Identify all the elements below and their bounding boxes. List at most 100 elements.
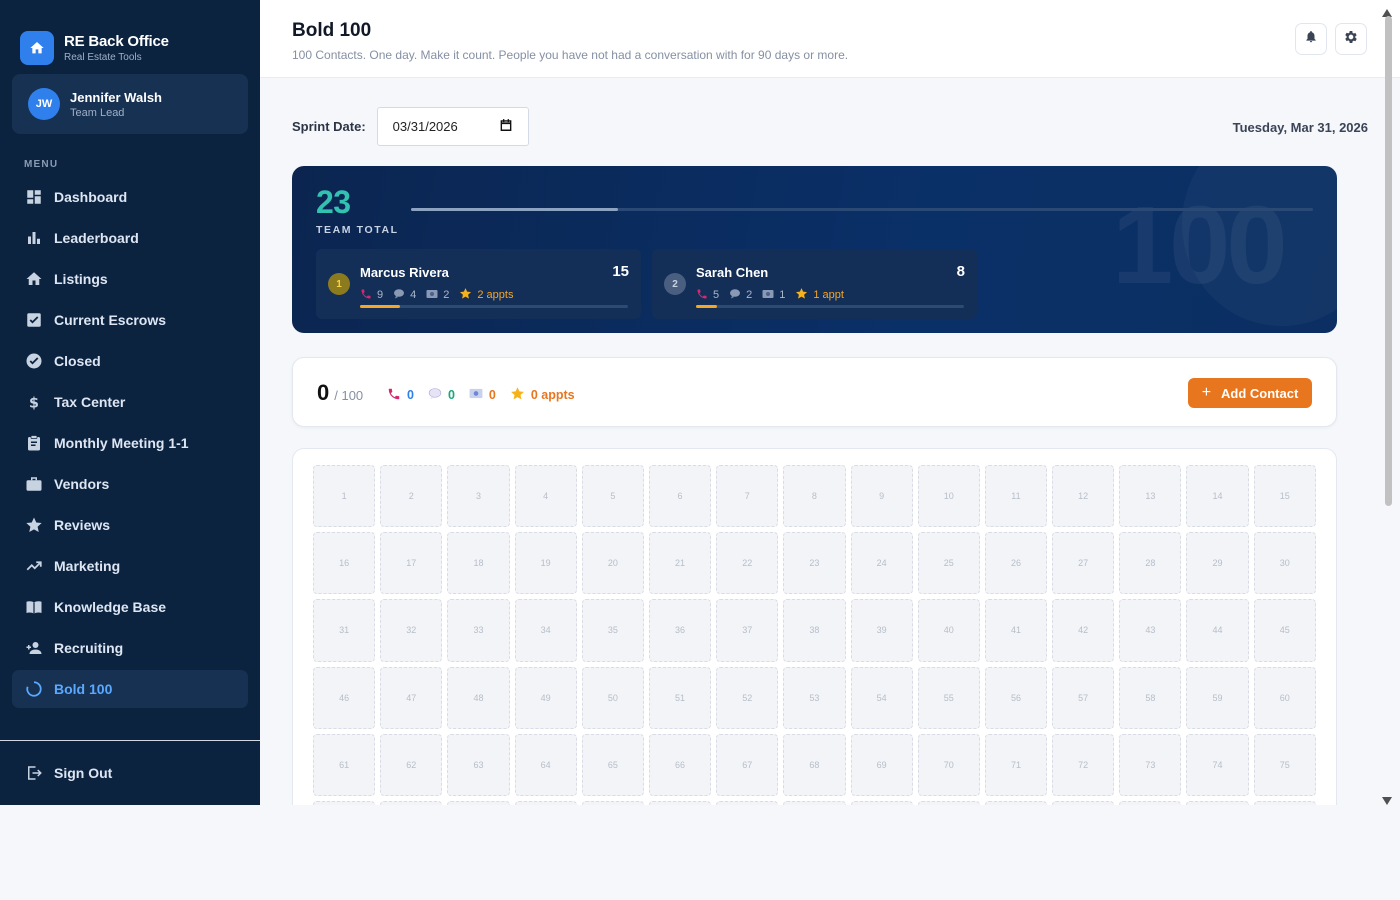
contact-slot[interactable]: 37: [716, 599, 779, 662]
scrollbar[interactable]: [1370, 0, 1400, 805]
contact-slot[interactable]: 66: [648, 733, 712, 796]
sidebar-item-bold-100[interactable]: Bold 100: [12, 670, 248, 708]
contact-slot[interactable]: 68: [783, 733, 846, 796]
sidebar-item-marketing[interactable]: Marketing: [12, 547, 248, 585]
sidebar-item-leaderboard[interactable]: Leaderboard: [12, 219, 248, 257]
contact-slot[interactable]: 9: [850, 465, 913, 528]
contact-slot[interactable]: 67: [716, 733, 779, 796]
contact-slot[interactable]: 20: [581, 532, 644, 595]
sidebar-item-dashboard[interactable]: Dashboard: [12, 178, 248, 216]
agent-card[interactable]: 1 Marcus Rivera 15 9 4 2 2 appts: [316, 249, 641, 319]
contact-slot[interactable]: 56: [984, 666, 1048, 729]
contact-slot[interactable]: 1: [313, 465, 376, 528]
contact-slot[interactable]: 18: [447, 532, 510, 595]
contact-slot[interactable]: 57: [1052, 666, 1115, 729]
sidebar-item-reviews[interactable]: Reviews: [12, 506, 248, 544]
sidebar-item-listings[interactable]: Listings: [12, 260, 248, 298]
contact-slot[interactable]: 14: [1186, 465, 1249, 528]
contact-slot[interactable]: 75: [1253, 733, 1316, 796]
contact-slot[interactable]: 65: [581, 733, 644, 796]
contact-slot[interactable]: 11: [984, 465, 1048, 528]
contact-slot[interactable]: 74: [1186, 733, 1249, 796]
add-contact-button[interactable]: + Add Contact: [1188, 378, 1312, 408]
contact-slot[interactable]: 4: [514, 465, 577, 528]
settings-button[interactable]: [1335, 23, 1367, 55]
contact-slot[interactable]: 36: [648, 599, 712, 662]
contact-slot[interactable]: 30: [1253, 532, 1316, 595]
sidebar-item-closed[interactable]: Closed: [12, 342, 248, 380]
brand[interactable]: RE Back Office Real Estate Tools: [0, 0, 260, 74]
contact-slot[interactable]: 21: [648, 532, 712, 595]
sidebar-item-recruiting[interactable]: Recruiting: [12, 629, 248, 667]
contact-slot[interactable]: 54: [850, 666, 913, 729]
contact-slot[interactable]: 19: [514, 532, 577, 595]
contact-slot[interactable]: 59: [1186, 666, 1249, 729]
contact-slot[interactable]: 40: [917, 599, 980, 662]
contact-slot[interactable]: 13: [1119, 465, 1182, 528]
contact-slot[interactable]: 53: [783, 666, 846, 729]
contact-slot[interactable]: 29: [1186, 532, 1249, 595]
contact-slot[interactable]: 23: [783, 532, 846, 595]
sidebar-item-knowledge-base[interactable]: Knowledge Base: [12, 588, 248, 626]
contact-slot[interactable]: 22: [716, 532, 779, 595]
contact-slot[interactable]: 70: [917, 733, 980, 796]
contact-slot[interactable]: 15: [1253, 465, 1316, 528]
contact-slot[interactable]: 45: [1253, 599, 1316, 662]
sidebar-item-vendors[interactable]: Vendors: [12, 465, 248, 503]
contact-slot[interactable]: 72: [1052, 733, 1115, 796]
contact-slot[interactable]: 2: [380, 465, 443, 528]
contact-slot[interactable]: 73: [1119, 733, 1182, 796]
contact-slot[interactable]: 64: [514, 733, 577, 796]
contact-slot[interactable]: 8: [783, 465, 846, 528]
contact-slot[interactable]: 16: [313, 532, 376, 595]
contact-slot[interactable]: 31: [313, 599, 376, 662]
contact-slot[interactable]: 46: [313, 666, 376, 729]
sprint-date-input[interactable]: 03/31/2026: [376, 107, 529, 146]
contact-slot[interactable]: 42: [1052, 599, 1115, 662]
contact-slot[interactable]: 52: [716, 666, 779, 729]
contact-slot[interactable]: 71: [984, 733, 1048, 796]
contact-slot[interactable]: 58: [1119, 666, 1182, 729]
contact-slot[interactable]: 24: [850, 532, 913, 595]
contact-slot[interactable]: 63: [447, 733, 510, 796]
contact-slot[interactable]: 26: [984, 532, 1048, 595]
contact-slot[interactable]: 10: [917, 465, 980, 528]
contact-slot[interactable]: 17: [380, 532, 443, 595]
contact-slot[interactable]: 34: [514, 599, 577, 662]
contact-slot[interactable]: 3: [447, 465, 510, 528]
notifications-button[interactable]: [1295, 23, 1327, 55]
contact-slot[interactable]: 55: [917, 666, 980, 729]
contact-slot[interactable]: 7: [716, 465, 779, 528]
contact-slot[interactable]: 51: [648, 666, 712, 729]
contact-slot[interactable]: 28: [1119, 532, 1182, 595]
sidebar-item-tax-center[interactable]: $ Tax Center: [12, 383, 248, 421]
contact-slot[interactable]: 44: [1186, 599, 1249, 662]
scrollbar-thumb[interactable]: [1385, 16, 1392, 506]
contact-slot[interactable]: 32: [380, 599, 443, 662]
contact-slot[interactable]: 49: [514, 666, 577, 729]
contact-slot[interactable]: 6: [648, 465, 712, 528]
contact-slot[interactable]: 62: [380, 733, 443, 796]
contact-slot[interactable]: 60: [1253, 666, 1316, 729]
contact-slot[interactable]: 38: [783, 599, 846, 662]
contact-slot[interactable]: 48: [447, 666, 510, 729]
sidebar-item-monthly-meeting-1-1[interactable]: Monthly Meeting 1-1: [12, 424, 248, 462]
agent-card[interactable]: 2 Sarah Chen 8 5 2 1 1 appt: [652, 249, 977, 319]
contact-slot[interactable]: 33: [447, 599, 510, 662]
contact-slot[interactable]: 25: [917, 532, 980, 595]
contact-slot[interactable]: 5: [581, 465, 644, 528]
contact-slot[interactable]: 43: [1119, 599, 1182, 662]
contact-slot[interactable]: 61: [313, 733, 376, 796]
user-card[interactable]: JW Jennifer Walsh Team Lead: [12, 74, 248, 134]
sign-out-button[interactable]: Sign Out: [12, 754, 248, 792]
contact-slot[interactable]: 50: [581, 666, 644, 729]
sidebar-item-current-escrows[interactable]: Current Escrows: [12, 301, 248, 339]
scroll-down-arrow-icon[interactable]: [1382, 792, 1392, 805]
contact-slot[interactable]: 27: [1052, 532, 1115, 595]
contact-slot[interactable]: 47: [380, 666, 443, 729]
contact-slot[interactable]: 69: [850, 733, 913, 796]
contact-slot[interactable]: 12: [1052, 465, 1115, 528]
contact-slot[interactable]: 41: [984, 599, 1048, 662]
contact-slot[interactable]: 39: [850, 599, 913, 662]
contact-slot[interactable]: 35: [581, 599, 644, 662]
